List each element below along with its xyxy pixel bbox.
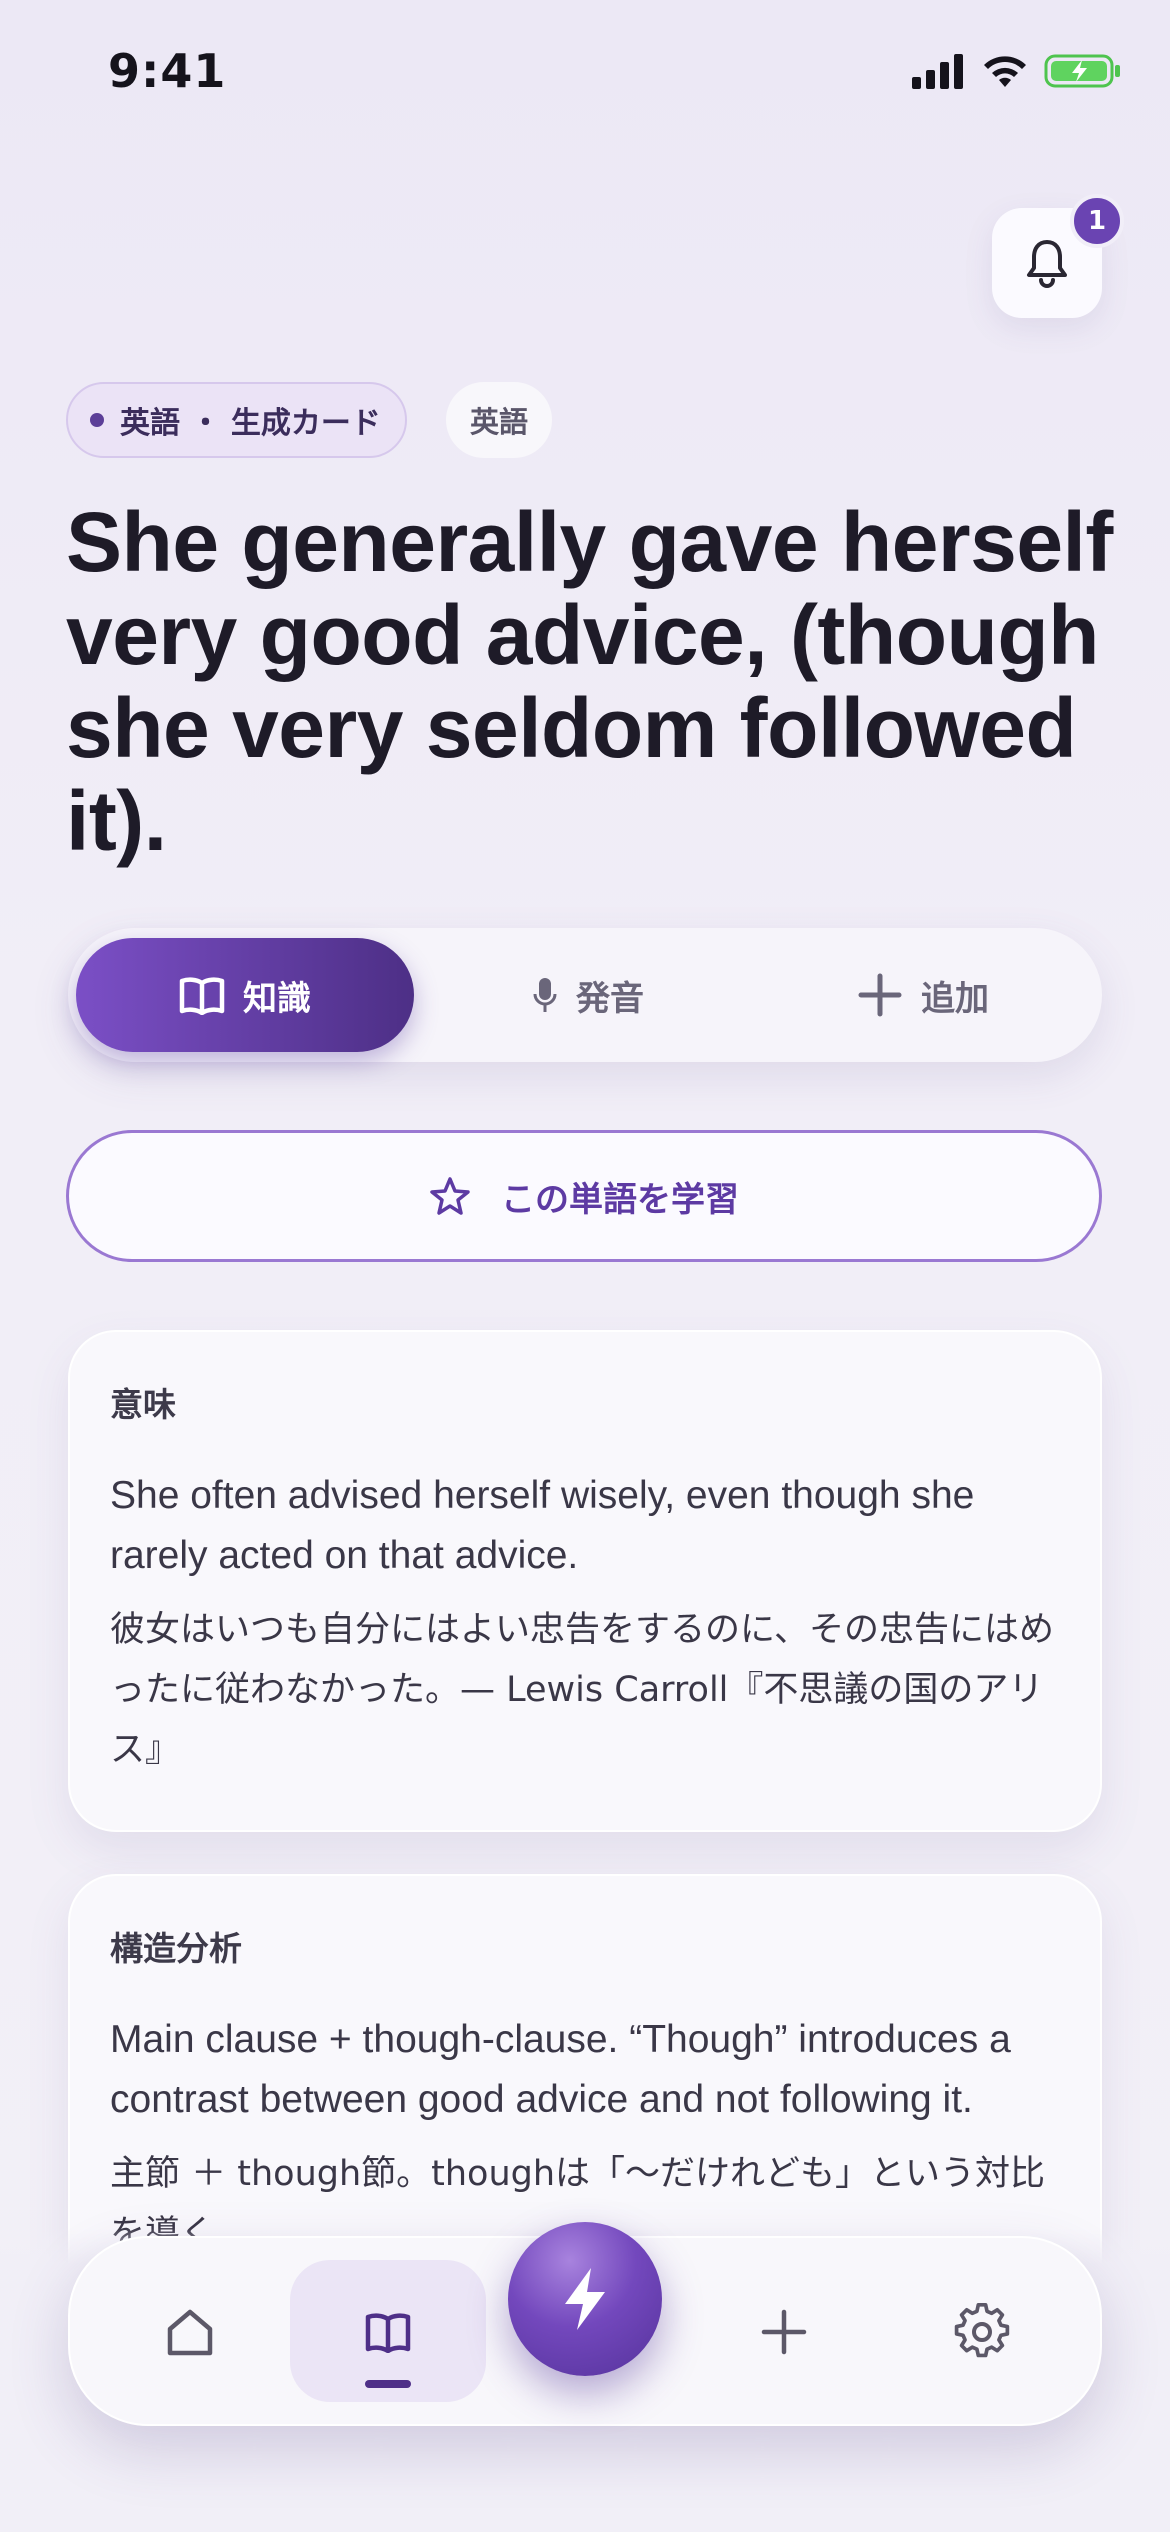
wifi-icon xyxy=(984,56,1026,87)
card-headline: She generally gave herself very good adv… xyxy=(66,495,1113,868)
meaning-card: 意味 She often advised herself wisely, eve… xyxy=(68,1330,1102,1832)
bolt-icon xyxy=(565,2268,605,2330)
nav-add[interactable] xyxy=(714,2262,854,2402)
source-chip: 英語 ・ 生成カード xyxy=(66,382,407,458)
tab-add[interactable]: 追加 xyxy=(758,938,1088,1052)
tab-knowledge[interactable]: 知識 xyxy=(76,938,414,1052)
tab-knowledge-label: 知識 xyxy=(243,978,311,1019)
home-icon xyxy=(167,2309,213,2356)
structure-title: 構造分析 xyxy=(110,1929,242,1968)
battery-icon xyxy=(1044,54,1120,88)
study-word-button[interactable]: この単語を学習 xyxy=(66,1130,1102,1262)
notification-badge: 1 xyxy=(1070,194,1124,248)
source-chip-label: 英語 ・ 生成カード xyxy=(120,406,381,441)
mode-tabs: 知識 発音 追加 xyxy=(68,928,1102,1062)
meaning-title: 意味 xyxy=(110,1385,176,1424)
quick-action-button[interactable] xyxy=(508,2222,662,2376)
signal-icon xyxy=(912,54,963,89)
dot-icon xyxy=(90,413,104,427)
bell-icon xyxy=(1027,240,1067,288)
gear-icon xyxy=(954,2303,1010,2358)
language-chip: 英語 xyxy=(446,382,552,458)
meaning-japanese: 彼女はいつも自分にはよい忠告をするのに、その忠告にはめったに従わなかった。— L… xyxy=(110,1610,1054,1770)
tab-pronunciation[interactable]: 発音 xyxy=(428,938,748,1052)
status-time: 9:41 xyxy=(108,44,227,98)
nav-settings[interactable] xyxy=(912,2262,1052,2402)
study-word-label: この単語を学習 xyxy=(501,1179,739,1220)
book-icon xyxy=(365,2313,411,2353)
tab-add-label: 追加 xyxy=(921,978,989,1019)
nav-active-indicator xyxy=(365,2380,411,2388)
book-icon xyxy=(179,977,225,1015)
mic-icon xyxy=(533,978,557,1012)
plus-icon xyxy=(858,973,902,1017)
star-icon xyxy=(430,1177,470,1215)
plus-icon xyxy=(761,2309,807,2355)
tab-pronunciation-label: 発音 xyxy=(576,978,644,1019)
nav-home[interactable] xyxy=(120,2262,260,2402)
structure-english: Main clause + though-clause. “Though” in… xyxy=(110,2018,1011,2121)
meaning-english: She often advised herself wisely, even t… xyxy=(110,1474,975,1577)
status-icons xyxy=(912,52,1122,90)
